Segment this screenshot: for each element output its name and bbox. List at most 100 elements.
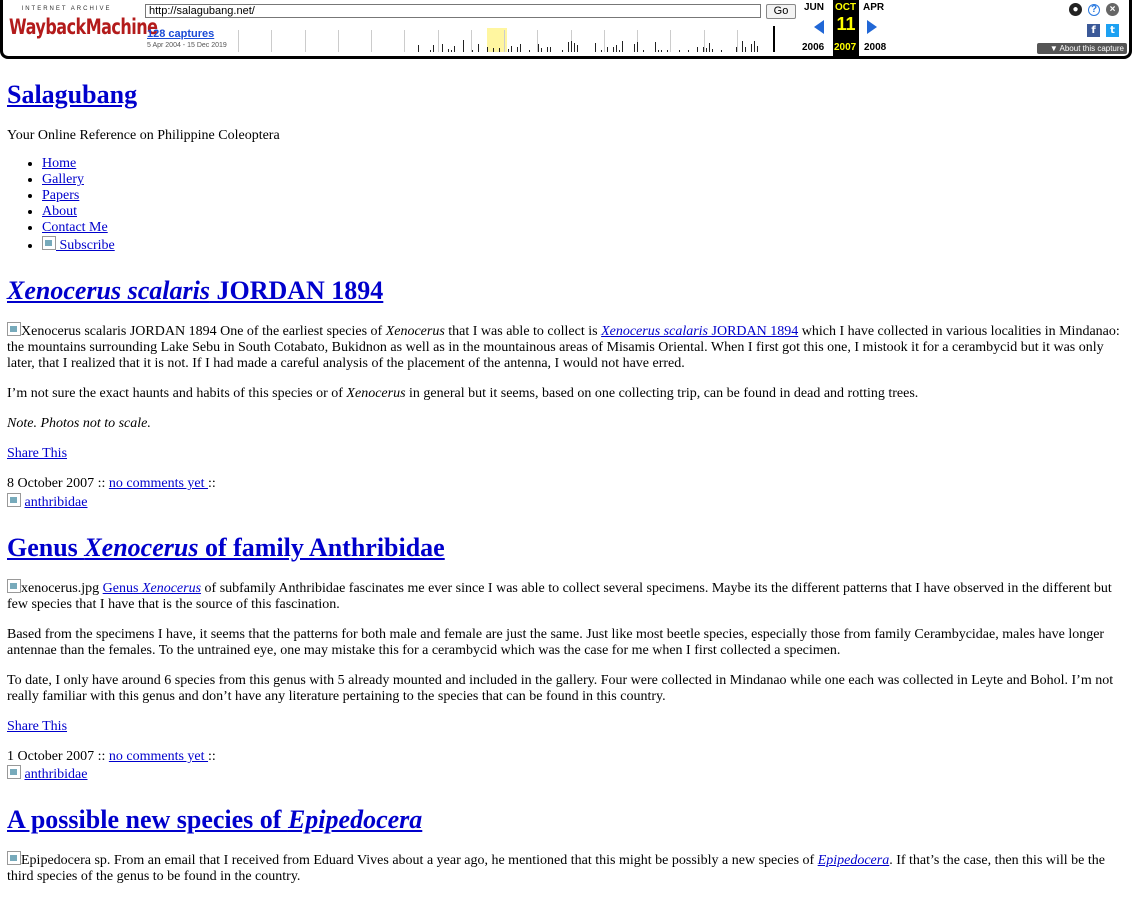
- genus-link[interactable]: Epipedocera: [818, 853, 890, 868]
- sparkline-bar: [745, 47, 746, 52]
- post-title: Xenocerus scalaris JORDAN 1894: [7, 276, 1132, 306]
- user-icon[interactable]: ●: [1069, 3, 1082, 16]
- meta-sep: ::: [208, 476, 216, 492]
- post-tag: anthribidae: [7, 765, 1132, 783]
- text: I’m not sure the exact haunts and habits…: [7, 386, 347, 402]
- post-title-link[interactable]: Xenocerus scalaris JORDAN 1894: [7, 276, 383, 305]
- sparkline-bar: [478, 44, 479, 52]
- sparkline-bar: [688, 50, 689, 52]
- comments-link[interactable]: no comments yet: [109, 749, 208, 764]
- wayback-toolbar: INTERNET ARCHIVE WaybackMachine http://s…: [0, 0, 1132, 59]
- sparkline-bar: [757, 46, 758, 52]
- species-link[interactable]: Xenocerus scalaris JORDAN 1894: [601, 324, 798, 339]
- post-date: 1 October 2007 ::: [7, 749, 109, 765]
- current-year: 2007: [834, 42, 857, 53]
- sparkline-year-separator: [471, 30, 472, 52]
- captures-link[interactable]: 128 captures: [147, 28, 214, 41]
- sparkline-bar: [595, 43, 596, 52]
- about-capture-button[interactable]: ▼ About this capture: [1037, 43, 1127, 54]
- prev-year[interactable]: 2006: [802, 42, 824, 54]
- subscribe-label: Subscribe: [56, 237, 115, 253]
- next-month[interactable]: APR: [863, 2, 884, 14]
- post-title-link[interactable]: A possible new species of Epipedocera: [7, 805, 422, 834]
- site-title-link[interactable]: Salagubang: [7, 80, 137, 109]
- post-tag: anthribidae: [7, 492, 1132, 511]
- wayback-logo[interactable]: INTERNET ARCHIVE WaybackMachine: [9, 6, 158, 39]
- post-meta: 8 October 2007 :: no comments yet ::: [7, 476, 1132, 492]
- nav-link-about[interactable]: About: [42, 204, 77, 219]
- close-icon[interactable]: ×: [1106, 3, 1119, 16]
- post-title: A possible new species of Epipedocera: [7, 805, 1132, 835]
- sparkline-bar: [643, 50, 644, 52]
- note-text: Note. Photos not to scale.: [7, 416, 151, 432]
- sparkline-bar: [442, 44, 443, 52]
- post: Genus Xenocerus of family Anthribidae xe…: [7, 533, 1132, 784]
- sparkline-bar: [577, 45, 578, 52]
- tag-image-icon: [7, 765, 21, 780]
- nav-link-gallery[interactable]: Gallery: [42, 172, 84, 187]
- post-title-italic: Epipedocera: [287, 805, 423, 835]
- share-link[interactable]: Share This: [7, 719, 67, 734]
- post-title-italic: Xenocerus: [84, 532, 199, 562]
- prev-month[interactable]: JUN: [804, 2, 824, 14]
- sparkline-bar: [520, 44, 521, 52]
- sparkline-current-marker: [773, 26, 775, 52]
- meta-sep: ::: [208, 749, 216, 765]
- sparkline-bar: [511, 46, 512, 52]
- comments-link[interactable]: no comments yet: [109, 476, 208, 491]
- prev-capture-arrow-icon[interactable]: [814, 20, 824, 34]
- capture-sparkline[interactable]: [238, 24, 775, 52]
- sparkline-bar: [451, 50, 452, 52]
- broken-image-icon: [7, 321, 21, 336]
- text: One of the earliest species of: [216, 323, 386, 339]
- nav-link-contact[interactable]: Contact Me: [42, 220, 108, 235]
- nav-item-papers: Papers: [42, 188, 1132, 204]
- share-link[interactable]: Share This: [7, 446, 67, 461]
- genus-link[interactable]: Genus Xenocerus: [103, 581, 201, 596]
- go-button[interactable]: Go: [766, 4, 796, 19]
- nav-link-home[interactable]: Home: [42, 156, 76, 171]
- sparkline-bar: [547, 47, 548, 52]
- sparkline-bar: [754, 41, 755, 52]
- post-title-link[interactable]: Genus Xenocerus of family Anthribidae: [7, 533, 445, 562]
- sparkline-bar: [679, 50, 680, 52]
- sparkline-bar: [721, 50, 722, 52]
- nav-link-papers[interactable]: Papers: [42, 188, 79, 203]
- sparkline-bar: [499, 48, 500, 52]
- post-paragraph: xenocerus.jpg Genus Xenocerus of subfami…: [7, 578, 1132, 613]
- post-title: Genus Xenocerus of family Anthribidae: [7, 533, 1132, 563]
- facebook-icon[interactable]: f: [1087, 24, 1100, 37]
- post-image-alt: xenocerus.jpg: [21, 580, 100, 596]
- sparkline-year-separator: [371, 30, 372, 52]
- text: From an email that I received from Eduar…: [110, 853, 818, 869]
- post-paragraph: I’m not sure the exact haunts and habits…: [7, 386, 1132, 402]
- tag-link[interactable]: anthribidae: [25, 767, 88, 782]
- page-content: Salagubang Your Online Reference on Phil…: [7, 70, 1132, 899]
- post-title-rest: JORDAN 1894: [209, 275, 384, 305]
- tag-link[interactable]: anthribidae: [25, 495, 88, 510]
- post-title-a: A possible new species of: [7, 805, 288, 835]
- nav-item-subscribe: Subscribe: [42, 235, 1132, 254]
- url-input[interactable]: http://salagubang.net/: [145, 4, 761, 18]
- sparkline-year-separator: [438, 30, 439, 52]
- sparkline-bar: [574, 43, 575, 52]
- sparkline-bar: [472, 50, 473, 52]
- post-paragraph: Based from the specimens I have, it seem…: [7, 626, 1105, 658]
- sparkline-year-separator: [670, 30, 671, 52]
- sparkline-bar: [529, 50, 530, 52]
- help-icon[interactable]: ?: [1088, 4, 1100, 16]
- sparkline-bar: [736, 47, 737, 52]
- sparkline-year-separator: [271, 30, 272, 52]
- share-row: Share This: [7, 719, 1132, 735]
- post-title-rest: of family Anthribidae: [198, 532, 445, 562]
- sparkline-bar: [712, 49, 713, 52]
- sparkline-bar: [454, 46, 455, 52]
- next-capture-arrow-icon[interactable]: [867, 20, 877, 34]
- twitter-icon[interactable]: t: [1106, 24, 1119, 37]
- post: A possible new species of Epipedocera Ep…: [7, 805, 1132, 885]
- next-year[interactable]: 2008: [864, 42, 886, 54]
- nav-link-subscribe[interactable]: Subscribe: [42, 235, 115, 253]
- text: that I was able to collect is: [444, 323, 602, 339]
- post-title-italic: Xenocerus scalaris: [7, 275, 210, 305]
- post-image-alt: Xenocerus scalaris JORDAN 1894: [21, 323, 217, 339]
